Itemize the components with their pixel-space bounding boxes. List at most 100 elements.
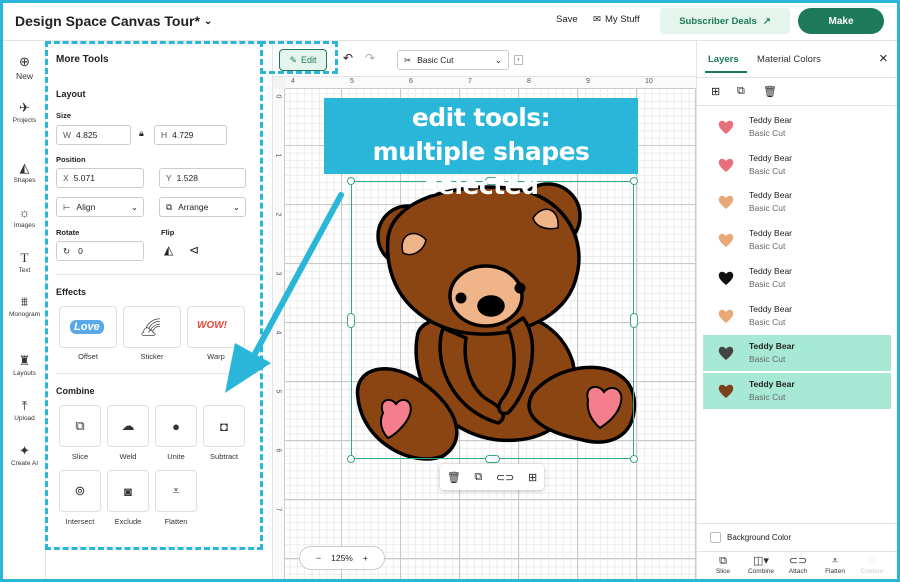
bottom-slice-label: Slice — [715, 568, 731, 575]
bottom-combine-label: Combine — [747, 568, 774, 575]
subscriber-deals-button[interactable]: Subscriber Deals ↗ — [660, 8, 790, 34]
rail-text-label: Text — [18, 267, 31, 274]
layer-operation: Basic Cut — [749, 165, 786, 176]
rail-new[interactable]: ⊕ New — [3, 55, 46, 82]
contour-icon: ◌ — [868, 555, 876, 567]
layer-operation: Basic Cut — [749, 241, 786, 252]
redo-icon[interactable]: ↷ — [365, 51, 375, 65]
zoom-out-button[interactable]: − — [316, 553, 321, 563]
tab-layers[interactable]: Layers — [708, 54, 739, 65]
resize-handle[interactable] — [630, 455, 638, 463]
rail-shapes[interactable]: ◭ Shapes — [3, 161, 46, 185]
background-color-checkbox[interactable] — [710, 532, 721, 543]
layer-row[interactable]: Teddy Bear Basic Cut — [703, 260, 891, 296]
rail-layouts[interactable]: ♜ Layouts — [3, 353, 46, 378]
rail-monogram[interactable]: ⩩ Monogram — [3, 295, 46, 319]
background-color-label: Background Color — [727, 533, 792, 542]
ruler-tick-label: 10 — [645, 78, 653, 85]
rail-upload-label: Upload — [14, 415, 35, 422]
operation-info-icon[interactable]: › — [514, 55, 523, 65]
scissors-icon: ✂ — [404, 54, 412, 65]
layer-name: Teddy Bear — [749, 152, 792, 163]
resize-handle[interactable] — [485, 455, 500, 463]
layer-thumbnail-icon — [713, 114, 739, 140]
layer-text: Teddy Bear Basic Cut — [749, 265, 792, 291]
layer-operation: Basic Cut — [749, 278, 786, 289]
layer-thumbnail-icon — [713, 189, 739, 215]
layer-row[interactable]: Teddy Bear Basic Cut — [703, 147, 891, 183]
divider — [697, 105, 897, 106]
my-stuff-button[interactable]: ✉ My Stuff — [593, 14, 640, 25]
external-link-icon: ↗ — [762, 15, 771, 27]
top-header: Design Space Canvas Tour* ⌄ Save ✉ My St… — [3, 3, 897, 41]
tab-material-colors[interactable]: Material Colors — [757, 54, 821, 65]
group-icon[interactable]: ⊞ — [711, 85, 720, 98]
mail-icon: ✉ — [593, 14, 601, 25]
bottom-combine-button[interactable]: ◫▾ Combine — [741, 555, 781, 575]
ruler-tick-label: 6 — [274, 448, 282, 453]
layer-thumbnail-icon — [713, 227, 739, 253]
rail-upload[interactable]: ⤒ Upload — [3, 399, 46, 423]
flatten-icon: ⩡ — [831, 555, 839, 567]
ruler-tick-label: 1 — [274, 153, 282, 158]
ruler-tick-label: 7 — [468, 78, 472, 85]
resize-handle[interactable] — [347, 455, 355, 463]
rail-create-ai[interactable]: ✦ Create AI — [3, 443, 46, 468]
rail-text[interactable]: T Text — [3, 250, 46, 275]
annotation-banner: edit tools: multiple shapes selected — [324, 98, 638, 200]
bottom-flatten-button[interactable]: ⩡ Flatten — [815, 555, 855, 575]
trash-icon[interactable]: 🗑︎ — [447, 471, 461, 484]
layer-row[interactable]: Teddy Bear Basic Cut — [703, 222, 891, 258]
banner-line-2: multiple shapes selected — [372, 137, 590, 200]
save-button[interactable]: Save — [556, 14, 578, 25]
layer-text: Teddy Bear Basic Cut — [749, 152, 792, 178]
layer-thumbnail-icon — [713, 378, 739, 404]
rail-projects[interactable]: ✈ Projects — [3, 101, 46, 125]
text-icon: T — [20, 250, 29, 265]
layer-operation: Basic Cut — [749, 203, 786, 214]
zoom-in-button[interactable]: + — [363, 553, 368, 563]
ruler-tick-label: 9 — [586, 78, 590, 85]
undo-icon[interactable]: ↶ — [343, 51, 353, 65]
divider — [697, 551, 897, 552]
project-title-dropdown[interactable]: Design Space Canvas Tour* ⌄ — [15, 13, 212, 29]
group-icon[interactable]: ⊞ — [528, 471, 537, 484]
operation-dropdown[interactable]: ✂ Basic Cut ⌄ — [397, 50, 509, 70]
resize-handle[interactable] — [630, 313, 638, 328]
layer-row[interactable]: Teddy Bear Basic Cut — [703, 109, 891, 145]
rail-projects-label: Projects — [12, 117, 37, 124]
trash-icon[interactable]: 🗑︎ — [763, 85, 777, 98]
layer-row[interactable]: Teddy Bear Basic Cut — [703, 184, 891, 220]
bottom-contour-button[interactable]: ◌ Contour — [852, 555, 892, 575]
attach-icon[interactable]: ⊂⊃ — [496, 471, 514, 484]
layer-row[interactable]: Teddy Bear Basic Cut — [703, 298, 891, 334]
attach-icon: ⊂⊃ — [788, 555, 808, 567]
bottom-slice-button[interactable]: ⧉ Slice — [703, 555, 743, 575]
layer-text: Teddy Bear Basic Cut — [749, 378, 795, 404]
duplicate-icon[interactable]: ⧉ — [474, 471, 482, 484]
bottom-attach-button[interactable]: ⊂⊃ Attach — [778, 555, 818, 575]
lightbulb-icon: ☼ — [18, 205, 31, 220]
selection-box — [351, 181, 634, 459]
deals-label: Subscriber Deals — [679, 15, 757, 27]
rail-new-label: New — [15, 71, 33, 81]
make-button[interactable]: Make — [798, 8, 884, 34]
left-rail: ⊕ New ✈ Projects ◭ Shapes ☼ Images T Text ⩩ Mo… — [3, 41, 46, 579]
layer-row[interactable]: Teddy Bear Basic Cut — [703, 335, 891, 372]
rail-images[interactable]: ☼ Images — [3, 205, 46, 230]
slice-icon: ⧉ — [719, 555, 727, 567]
shirt-icon: ♜ — [18, 353, 31, 368]
layer-operation: Basic Cut — [749, 316, 786, 327]
sparkle-icon: ✦ — [19, 443, 30, 458]
layer-row[interactable]: Teddy Bear Basic Cut — [703, 372, 891, 409]
layer-name: Teddy Bear — [749, 303, 792, 314]
bottom-flatten-label: Flatten — [825, 568, 845, 575]
layer-text: Teddy Bear Basic Cut — [749, 189, 792, 215]
app-window: Design Space Canvas Tour* ⌄ Save ✉ My St… — [3, 3, 897, 579]
close-icon[interactable]: × — [879, 50, 888, 67]
ruler-tick-label: 7 — [274, 507, 282, 512]
my-stuff-label: My Stuff — [604, 14, 640, 25]
duplicate-icon[interactable]: ⧉ — [737, 85, 745, 98]
ruler-tick-label: 6 — [409, 78, 413, 85]
layer-name: Teddy Bear — [749, 378, 795, 389]
